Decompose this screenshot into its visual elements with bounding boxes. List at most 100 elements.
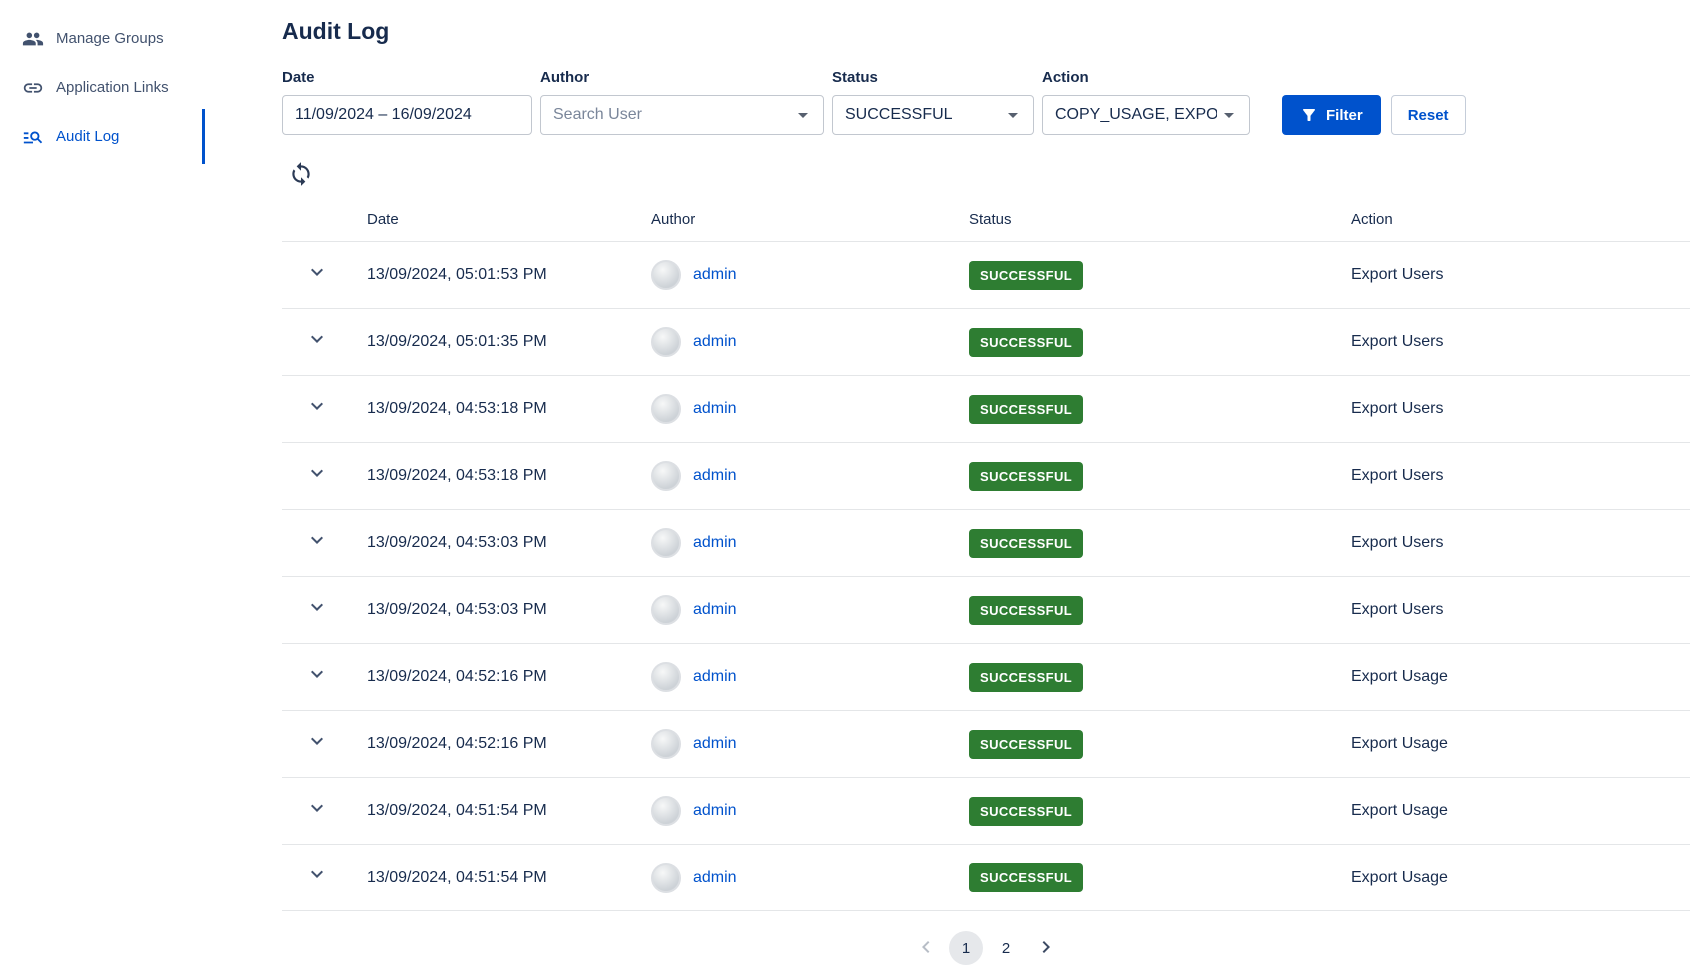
chevron-down-icon xyxy=(305,729,329,758)
expand-row-button[interactable] xyxy=(304,596,330,622)
refresh-button[interactable] xyxy=(288,161,314,187)
people-icon xyxy=(22,28,44,50)
chevron-down-icon xyxy=(305,327,329,356)
row-action: Export Users xyxy=(1351,400,1690,418)
status-badge: SUCCESSFUL xyxy=(969,328,1083,357)
reset-button[interactable]: Reset xyxy=(1391,95,1466,135)
row-date: 13/09/2024, 04:52:16 PM xyxy=(367,735,651,753)
row-date: 13/09/2024, 04:53:18 PM xyxy=(367,400,651,418)
table-row: 13/09/2024, 04:53:03 PM admin SUCCESSFUL… xyxy=(282,576,1690,643)
status-badge: SUCCESSFUL xyxy=(969,395,1083,424)
avatar xyxy=(651,394,681,424)
sidebar-item-audit-log[interactable]: Audit Log xyxy=(0,112,205,161)
row-action: Export Users xyxy=(1351,601,1690,619)
action-select-value: COPY_USAGE, EXPO xyxy=(1055,106,1217,124)
status-select[interactable]: SUCCESSFUL xyxy=(832,95,1034,135)
table-row: 13/09/2024, 05:01:35 PM admin SUCCESSFUL… xyxy=(282,308,1690,375)
author-link[interactable]: admin xyxy=(693,668,737,686)
row-action: Export Users xyxy=(1351,333,1690,351)
avatar xyxy=(651,327,681,357)
chevron-down-icon xyxy=(305,528,329,557)
status-badge: SUCCESSFUL xyxy=(969,797,1083,826)
sidebar: Manage Groups Application Links Audit Lo… xyxy=(0,0,205,975)
chevron-down-icon xyxy=(305,394,329,423)
table-row: 13/09/2024, 04:52:16 PM admin SUCCESSFUL… xyxy=(282,710,1690,777)
avatar xyxy=(651,528,681,558)
row-date: 13/09/2024, 04:53:03 PM xyxy=(367,534,651,552)
chevron-down-icon xyxy=(305,662,329,691)
sidebar-item-label: Application Links xyxy=(56,79,169,96)
expand-row-button[interactable] xyxy=(304,395,330,421)
status-badge: SUCCESSFUL xyxy=(969,462,1083,491)
column-header-date: Date xyxy=(367,211,651,228)
author-link[interactable]: admin xyxy=(693,802,737,820)
expand-row-button[interactable] xyxy=(304,797,330,823)
chevron-down-icon xyxy=(305,595,329,624)
expand-row-button[interactable] xyxy=(304,529,330,555)
page-button-2[interactable]: 2 xyxy=(989,931,1023,965)
row-action: Export Usage xyxy=(1351,668,1690,686)
chevron-down-icon xyxy=(305,461,329,490)
row-action: Export Users xyxy=(1351,467,1690,485)
author-link[interactable]: admin xyxy=(693,601,737,619)
action-select[interactable]: COPY_USAGE, EXPO xyxy=(1042,95,1250,135)
page-button-1[interactable]: 1 xyxy=(949,931,983,965)
table-row: 13/09/2024, 04:53:03 PM admin SUCCESSFUL… xyxy=(282,509,1690,576)
audit-table-body: 13/09/2024, 05:01:53 PM admin SUCCESSFUL… xyxy=(282,241,1690,911)
date-filter-label: Date xyxy=(282,69,532,86)
row-date: 13/09/2024, 04:53:03 PM xyxy=(367,601,651,619)
filter-button[interactable]: Filter xyxy=(1282,95,1381,135)
expand-row-button[interactable] xyxy=(304,663,330,689)
table-row: 13/09/2024, 04:53:18 PM admin SUCCESSFUL… xyxy=(282,442,1690,509)
avatar xyxy=(651,796,681,826)
avatar xyxy=(651,662,681,692)
table-row: 13/09/2024, 04:52:16 PM admin SUCCESSFUL… xyxy=(282,643,1690,710)
author-link[interactable]: admin xyxy=(693,400,737,418)
chevron-down-icon[interactable] xyxy=(1001,103,1025,127)
expand-row-button[interactable] xyxy=(304,462,330,488)
column-header-action: Action xyxy=(1351,211,1690,228)
chevron-down-icon xyxy=(305,260,329,289)
expand-row-button[interactable] xyxy=(304,730,330,756)
author-select[interactable] xyxy=(540,95,824,135)
author-link[interactable]: admin xyxy=(693,266,737,284)
chevron-down-icon xyxy=(305,796,329,825)
chevron-down-icon[interactable] xyxy=(1217,103,1241,127)
author-link[interactable]: admin xyxy=(693,467,737,485)
row-action: Export Users xyxy=(1351,266,1690,284)
table-row: 13/09/2024, 04:51:54 PM admin SUCCESSFUL… xyxy=(282,844,1690,911)
expand-row-button[interactable] xyxy=(304,864,330,890)
row-action: Export Usage xyxy=(1351,735,1690,753)
next-page-button[interactable] xyxy=(1029,931,1063,965)
expand-row-button[interactable] xyxy=(304,328,330,354)
author-search-input[interactable] xyxy=(553,106,791,124)
status-select-value: SUCCESSFUL xyxy=(845,106,1001,124)
author-link[interactable]: admin xyxy=(693,534,737,552)
pagination: 1 2 xyxy=(282,931,1690,965)
row-date: 13/09/2024, 05:01:35 PM xyxy=(367,333,651,351)
row-date: 13/09/2024, 04:51:54 PM xyxy=(367,802,651,820)
column-header-author: Author xyxy=(651,211,969,228)
action-filter-label: Action xyxy=(1042,69,1250,86)
avatar xyxy=(651,729,681,759)
status-badge: SUCCESSFUL xyxy=(969,663,1083,692)
status-badge: SUCCESSFUL xyxy=(969,730,1083,759)
filter-bar: Date Author Status SUCCESSFUL Action xyxy=(282,69,1690,135)
author-link[interactable]: admin xyxy=(693,869,737,887)
sidebar-item-application-links[interactable]: Application Links xyxy=(0,63,205,112)
date-range-input[interactable] xyxy=(282,95,532,135)
sidebar-item-label: Manage Groups xyxy=(56,30,164,47)
chevron-down-icon[interactable] xyxy=(791,103,815,127)
row-date: 13/09/2024, 04:52:16 PM xyxy=(367,668,651,686)
row-date: 13/09/2024, 04:51:54 PM xyxy=(367,869,651,887)
author-link[interactable]: admin xyxy=(693,333,737,351)
author-link[interactable]: admin xyxy=(693,735,737,753)
page-title: Audit Log xyxy=(282,18,1690,45)
row-date: 13/09/2024, 04:53:18 PM xyxy=(367,467,651,485)
status-badge: SUCCESSFUL xyxy=(969,596,1083,625)
table-row: 13/09/2024, 04:53:18 PM admin SUCCESSFUL… xyxy=(282,375,1690,442)
prev-page-button[interactable] xyxy=(909,931,943,965)
expand-row-button[interactable] xyxy=(304,261,330,287)
chevron-right-icon xyxy=(1034,935,1058,962)
sidebar-item-manage-groups[interactable]: Manage Groups xyxy=(0,14,205,63)
